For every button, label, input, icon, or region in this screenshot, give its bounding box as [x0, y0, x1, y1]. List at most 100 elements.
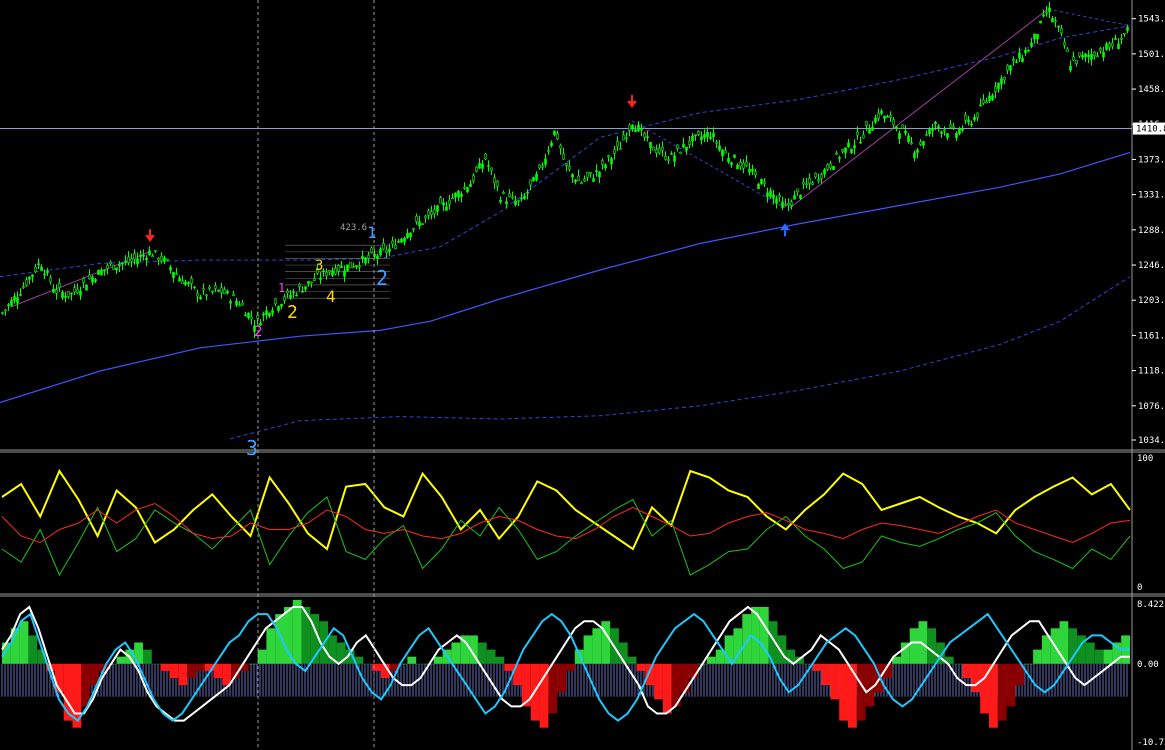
candle-body [1102, 51, 1105, 58]
candle-body [115, 267, 118, 271]
macd-axis-mid: 0.00 [1137, 660, 1159, 670]
candle-body [157, 258, 160, 261]
candle-body [1096, 55, 1099, 58]
candle-body [367, 255, 370, 259]
candle-body [760, 178, 763, 184]
candle-body [733, 154, 736, 158]
candle-body [589, 172, 592, 174]
wave-label-2-yellow: 2 [287, 302, 298, 323]
histogram-bar [830, 663, 840, 700]
candle-body [703, 134, 706, 138]
candle-body [130, 258, 133, 262]
histogram-bar [266, 628, 276, 664]
candle-body [1015, 61, 1018, 63]
candle-body [364, 257, 367, 264]
candle-body [190, 278, 193, 284]
histogram-bar [1006, 663, 1016, 707]
candle-body [1108, 43, 1111, 48]
candle-body [949, 124, 952, 128]
histogram-bar [1103, 649, 1113, 664]
candle-body [370, 247, 373, 253]
candle-body [268, 312, 271, 317]
candle-body [1057, 25, 1060, 28]
candle-body [610, 158, 613, 165]
candle-body [679, 151, 682, 154]
candle-body [475, 166, 478, 172]
candle-body [592, 178, 595, 182]
candle-body [1030, 42, 1033, 47]
wave-label-1-pink: 1 [278, 281, 285, 295]
candle-body [883, 115, 886, 119]
histogram-bar [989, 663, 998, 728]
candle-body [1063, 41, 1066, 46]
candle-body [460, 193, 463, 197]
candle-body [904, 130, 907, 134]
candle-body [565, 163, 568, 166]
candle-body [805, 183, 808, 186]
candle-body [550, 142, 553, 147]
candle-body [142, 254, 145, 257]
candle-body [49, 277, 52, 282]
candle-body [985, 101, 988, 104]
candle-body [832, 165, 835, 171]
candle-body [811, 182, 814, 185]
candle-body [166, 258, 169, 261]
candle-body [676, 144, 679, 149]
histogram-bar [583, 635, 593, 664]
candle-body [82, 277, 85, 283]
candle-body [1111, 42, 1114, 47]
candle-body [448, 199, 451, 205]
candle-body [538, 164, 541, 169]
candle-body [847, 142, 850, 148]
candle-body [571, 173, 574, 178]
wave-label-2: 2 [376, 266, 388, 290]
wave-label-1: 1 [367, 223, 377, 242]
candle-body [478, 163, 481, 169]
candle-body [598, 171, 601, 178]
candle-body [301, 291, 304, 293]
histogram-bar [1024, 663, 1034, 665]
candle-body [70, 292, 73, 295]
candle-body [145, 257, 148, 261]
candle-body [1069, 66, 1072, 71]
candle-body [217, 289, 220, 292]
candle-body [148, 250, 151, 256]
candle-body [181, 280, 184, 284]
histogram-bar [566, 663, 575, 671]
histogram-bar [416, 663, 426, 665]
price-tick-label: 1246.0 [1138, 261, 1165, 271]
candle-body [241, 302, 244, 306]
price-tick-label: 1331.0 [1138, 191, 1165, 201]
candle-body [343, 270, 346, 277]
candle-body [43, 273, 46, 276]
candle-body [751, 168, 754, 172]
candle-body [1021, 57, 1024, 62]
candle-body [205, 294, 208, 297]
candle-body [601, 160, 604, 165]
candle-body [274, 298, 277, 305]
candle-body [52, 288, 55, 293]
candle-body [607, 155, 610, 158]
candle-body [13, 296, 16, 301]
fib-level-label: 423.6 [340, 223, 367, 233]
candle-body [697, 131, 700, 135]
candle-body [859, 141, 862, 144]
candle-body [490, 167, 493, 171]
candle-body [1009, 65, 1012, 71]
candle-body [979, 104, 982, 107]
candle-body [271, 310, 274, 314]
candle-body [1114, 38, 1117, 40]
price-tick-label: 1373.5 [1138, 155, 1165, 165]
histogram-bar [636, 663, 646, 671]
candle-body [919, 141, 922, 145]
candle-body [955, 133, 958, 139]
candle-body [655, 149, 658, 154]
candle-body [763, 181, 766, 184]
candle-body [133, 253, 136, 260]
chart-root: 1543.51501.01458.51416.01373.51331.01288… [0, 0, 1165, 750]
candle-body [250, 316, 253, 320]
histogram-bar [363, 663, 373, 665]
candle-body [580, 182, 583, 185]
candle-body [100, 269, 103, 276]
candle-body [37, 263, 40, 266]
